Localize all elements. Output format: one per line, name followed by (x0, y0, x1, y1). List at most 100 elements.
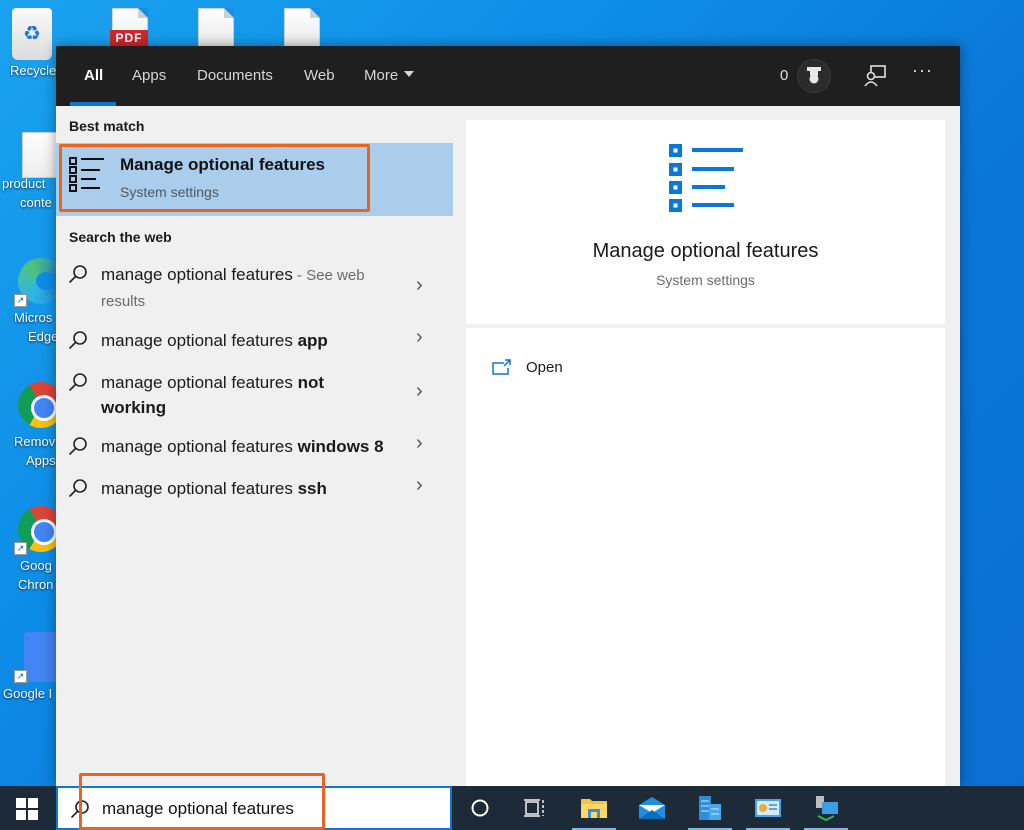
taskbar (0, 786, 1024, 830)
more-options-button[interactable]: ··· (912, 60, 933, 81)
web-result-suggestion: windows 8 (297, 437, 384, 456)
preview-title: Manage optional features (592, 240, 819, 262)
server-manager-icon (699, 796, 721, 820)
actions-card: Open (466, 328, 945, 786)
mail-icon (639, 797, 665, 819)
shortcut-arrow-icon: ↗ (14, 542, 27, 555)
best-match-subtitle: System settings (120, 184, 219, 200)
tab-documents[interactable]: Documents (197, 46, 273, 106)
rewards-trophy-button[interactable] (797, 59, 831, 93)
file-icon (284, 8, 320, 48)
search-input[interactable] (102, 796, 432, 822)
desktop-icon-google-chrome[interactable]: ↗ Goog Chron (0, 506, 56, 594)
web-result-item[interactable]: manage optional features ssh › (56, 474, 453, 506)
chrome-icon (18, 382, 56, 428)
taskbar-search-box[interactable] (56, 786, 452, 830)
task-view-icon (524, 799, 544, 817)
web-result-query: manage optional features (101, 479, 298, 498)
web-result-suggestion: app (297, 331, 328, 350)
windows-logo-icon (28, 810, 38, 820)
search-icon (68, 331, 87, 350)
desktop-icon-label: Goog (20, 558, 52, 573)
start-button[interactable] (16, 798, 38, 820)
web-result-query: manage optional features (101, 265, 293, 284)
network-icon (816, 796, 838, 822)
web-result-item[interactable]: manage optional features - See web resul… (56, 262, 453, 312)
desktop-icon-label: Recycle (10, 63, 57, 78)
windows-logo-icon (16, 798, 26, 808)
taskbar-control-panel[interactable] (746, 792, 790, 830)
tab-all[interactable]: All (84, 46, 103, 106)
tab-apps[interactable]: Apps (132, 46, 166, 106)
search-icon (68, 265, 87, 284)
desktop-icon-label: Edge (28, 329, 56, 344)
chevron-right-icon[interactable]: › (416, 326, 423, 349)
tab-web[interactable]: Web (304, 46, 335, 106)
task-view-button[interactable] (516, 792, 552, 824)
desktop-icon-file[interactable] (196, 0, 240, 48)
web-result-item[interactable]: manage optional features not working › (56, 370, 453, 420)
web-result-query: manage optional features (101, 331, 298, 350)
open-icon (492, 359, 511, 375)
search-window: All Apps Documents Web More 0 ··· Best m… (56, 46, 960, 786)
best-match-result[interactable]: Manage optional features System settings (56, 143, 453, 216)
pdf-badge: PDF (110, 30, 148, 46)
taskbar-file-explorer[interactable] (572, 792, 616, 830)
desktop-icon-label: Google I (3, 686, 53, 701)
desktop-icon-product-content[interactable]: product conte (0, 132, 56, 212)
preview-card: Manage optional features System settings (466, 120, 945, 324)
chevron-right-icon[interactable]: › (416, 274, 423, 297)
best-match-heading: Best match (69, 118, 145, 134)
web-result-item[interactable]: manage optional features windows 8 › (56, 432, 453, 464)
tab-more-label: More (364, 67, 399, 84)
web-result-query: manage optional features (101, 373, 298, 392)
rewards-points: 0 (780, 67, 789, 84)
taskbar-server-manager[interactable] (688, 792, 732, 830)
chevron-right-icon[interactable]: › (416, 432, 423, 455)
preview-subtitle: System settings (656, 272, 755, 288)
preview-pane: Manage optional features System settings… (466, 120, 945, 786)
desktop-icon-recycle-bin[interactable]: ♻ Recycle (0, 8, 64, 80)
taskbar-mail[interactable] (634, 792, 670, 824)
desktop-icon-label: Chron (18, 577, 54, 592)
recycle-bin-icon: ♻ (12, 8, 52, 60)
open-button[interactable]: Open (492, 352, 563, 382)
windows-logo-icon (16, 810, 26, 820)
desktop-icon-microsoft-edge[interactable]: ↗ Micros Edge (0, 258, 56, 346)
chevron-right-icon[interactable]: › (416, 474, 423, 497)
control-panel-icon (755, 799, 781, 817)
desktop-icon-file[interactable] (282, 0, 326, 48)
desktop-icon-remove-apps[interactable]: Remov Apps (0, 382, 56, 470)
desktop-icon-label: Apps (26, 453, 56, 468)
desktop-icon-label: Remov (14, 434, 56, 449)
web-result-item[interactable]: manage optional features app › (56, 326, 453, 358)
caret-down-icon (404, 71, 415, 78)
search-tabs-bar: All Apps Documents Web More 0 ··· (56, 46, 960, 106)
tab-more[interactable]: More (364, 46, 415, 106)
web-result-suggestion: ssh (297, 479, 327, 498)
desktop-icon-google-docs[interactable]: ↗ Google I (0, 632, 56, 703)
chevron-right-icon[interactable]: › (416, 380, 423, 403)
search-web-heading: Search the web (69, 229, 172, 245)
search-icon (68, 373, 87, 392)
shortcut-arrow-icon: ↗ (14, 294, 27, 307)
cortana-button[interactable] (462, 792, 498, 824)
cortana-icon (471, 799, 489, 817)
search-icon (68, 479, 87, 498)
open-label: Open (526, 358, 563, 376)
taskbar-network[interactable] (804, 792, 848, 830)
search-icon (70, 800, 89, 819)
trophy-icon (807, 67, 821, 84)
desktop-icon-label: Micros (14, 310, 53, 325)
web-result-query: manage optional features (101, 437, 298, 456)
list-settings-icon (69, 157, 104, 192)
search-icon (68, 437, 87, 456)
google-docs-icon (24, 632, 56, 682)
desktop-icon-label: conte (20, 195, 52, 210)
file-icon (198, 8, 234, 48)
shortcut-arrow-icon: ↗ (14, 670, 27, 683)
windows-logo-icon (28, 798, 38, 808)
feedback-icon[interactable] (862, 63, 888, 89)
best-match-title: Manage optional features (120, 155, 325, 174)
document-icon (22, 132, 56, 178)
